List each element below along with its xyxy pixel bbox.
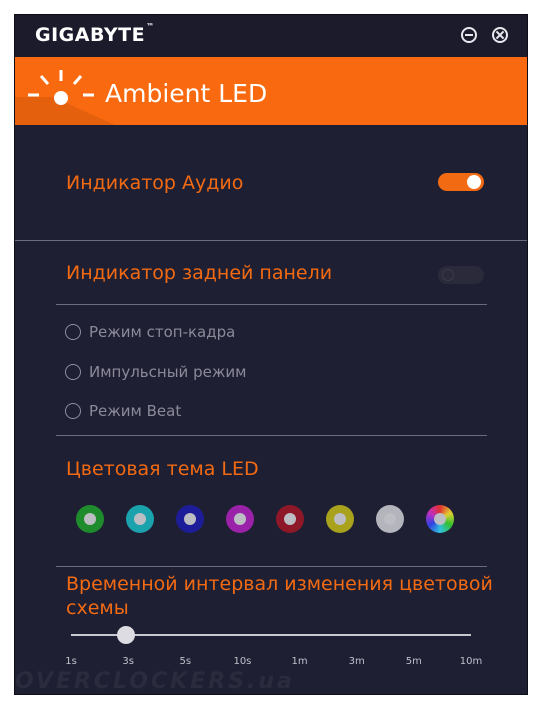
brand-logo: GIGABYTE™ [35,22,155,46]
color-swatch-white[interactable] [376,505,404,533]
swatch-center [284,513,296,525]
swatch-center [84,513,96,525]
swatch-center [234,513,246,525]
radio-button[interactable] [65,403,81,419]
toggle-knob [467,175,481,189]
divider [56,304,487,305]
title-bar: GIGABYTE™ [15,15,527,57]
color-interval-label: Временной интервал изменения цветовой сх… [66,573,493,619]
swatch-center [384,513,396,525]
radio-button[interactable] [65,364,81,380]
rear-panel-indicator-label: Индикатор задней панели [66,262,333,284]
header-graphics [15,70,115,125]
interval-tick-10m: 10m [459,656,483,667]
rear-panel-indicator-toggle[interactable] [438,266,484,284]
color-swatch-rainbow[interactable] [426,505,454,533]
swatch-center [334,513,346,525]
interval-tick-3s: 3s [122,656,134,667]
divider [56,566,487,567]
radio-label: Импульсный режим [89,363,247,381]
radio-label: Режим стоп-кадра [89,323,236,341]
page-header: Ambient LED [15,57,527,125]
page-title: Ambient LED [105,79,268,108]
color-swatch-yellow[interactable] [326,505,354,533]
interval-slider-thumb[interactable] [117,626,135,644]
radio-label: Режим Beat [89,402,182,420]
minimize-icon[interactable] [461,27,477,43]
radio-button[interactable] [65,324,81,340]
interval-tick-5m: 5m [405,656,422,667]
swatch-center [134,513,146,525]
color-swatch-green[interactable] [76,505,104,533]
interval-tick-5s: 5s [179,656,192,667]
swatch-center [434,513,446,525]
interval-tick-10s: 10s [233,656,252,667]
toggle-knob [442,269,454,281]
interval-tick-3m: 3m [348,656,365,667]
app-window: GIGABYTE™ Ambient LED Индикатор Аудио Ин… [15,15,527,694]
interval-tick-1s: 1s [65,656,77,667]
audio-indicator-toggle[interactable] [438,173,484,191]
color-swatch-red[interactable] [276,505,304,533]
close-icon[interactable] [492,27,508,43]
color-swatch-cyan[interactable] [126,505,154,533]
color-swatch-blue[interactable] [176,505,204,533]
divider [56,435,487,436]
color-swatch-purple[interactable] [226,505,254,533]
divider [15,240,527,241]
swatch-center [184,513,196,525]
audio-indicator-label: Индикатор Аудио [66,172,244,194]
watermark: OVERCLOCKERS.ua [15,669,295,694]
led-sun-icon [15,70,115,125]
interval-tick-1m: 1m [291,656,308,667]
color-theme-label: Цветовая тема LED [66,458,259,480]
